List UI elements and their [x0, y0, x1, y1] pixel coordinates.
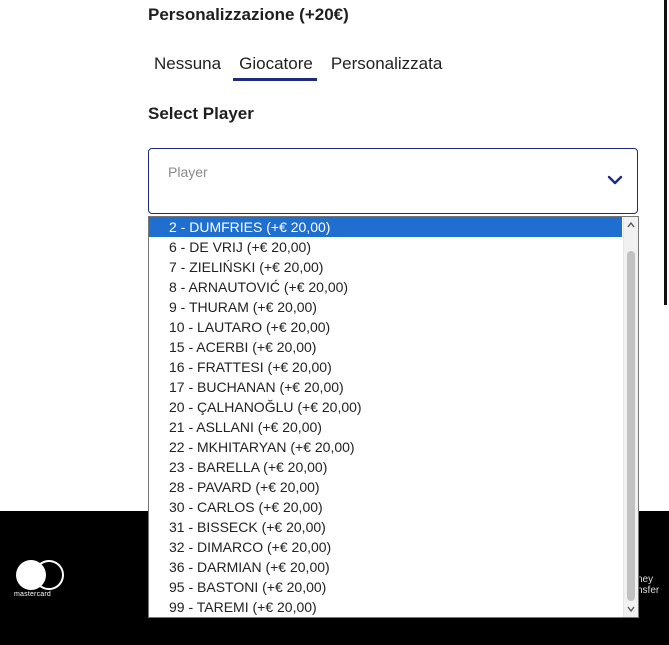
player-option[interactable]: 23 - BARELLA (+€ 20,00) [149, 457, 622, 477]
page-edge-divider [664, 0, 667, 305]
player-option[interactable]: 7 - ZIELIŃSKI (+€ 20,00) [149, 257, 622, 277]
player-option[interactable]: 36 - DARMIAN (+€ 20,00) [149, 557, 622, 577]
player-option[interactable]: 20 - ÇALHANOĞLU (+€ 20,00) [149, 397, 622, 417]
personalization-title: Personalizzazione (+20€) [148, 5, 349, 24]
player-option[interactable]: 31 - BISSECK (+€ 20,00) [149, 517, 622, 537]
scroll-down-icon[interactable] [627, 605, 635, 613]
player-option[interactable]: 32 - DIMARCO (+€ 20,00) [149, 537, 622, 557]
scroll-thumb[interactable] [627, 251, 635, 601]
player-option[interactable]: 17 - BUCHANAN (+€ 20,00) [149, 377, 622, 397]
mastercard-label: mastercard [14, 591, 52, 598]
mastercard-logo: mastercard [14, 560, 68, 600]
options-container: 2 - DUMFRIES (+€ 20,00) 6 - DE VRIJ (+€ 2… [149, 217, 638, 617]
player-option[interactable]: 15 - ACERBI (+€ 20,00) [149, 337, 622, 357]
player-option[interactable]: 9 - THURAM (+€ 20,00) [149, 297, 622, 317]
tab-giocatore[interactable]: Giocatore [233, 54, 317, 81]
select-player-title: Select Player [148, 104, 254, 123]
player-option[interactable]: 10 - LAUTARO (+€ 20,00) [149, 317, 622, 337]
player-option[interactable]: 30 - CARLOS (+€ 20,00) [149, 497, 622, 517]
player-dropdown-list[interactable]: 2 - DUMFRIES (+€ 20,00) 6 - DE VRIJ (+€ 2… [148, 216, 639, 618]
player-select-placeholder: Player [168, 164, 208, 180]
player-option[interactable]: 22 - MKHITARYAN (+€ 20,00) [149, 437, 622, 457]
personalization-tabs: Nessuna Giocatore Personalizzata [154, 54, 460, 81]
player-option[interactable]: 21 - ASLLANI (+€ 20,00) [149, 417, 622, 437]
player-option[interactable]: 99 - TAREMI (+€ 20,00) [149, 597, 622, 617]
player-option[interactable]: 6 - DE VRIJ (+€ 20,00) [149, 237, 622, 257]
tab-nessuna[interactable]: Nessuna [154, 54, 225, 81]
player-option[interactable]: 2 - DUMFRIES (+€ 20,00) [149, 217, 622, 237]
chevron-down-icon[interactable] [607, 174, 623, 186]
player-select[interactable]: Player [148, 148, 638, 214]
player-option[interactable]: 95 - BASTONI (+€ 20,00) [149, 577, 622, 597]
player-option[interactable]: 16 - FRATTESI (+€ 20,00) [149, 357, 622, 377]
dropdown-scrollbar[interactable] [623, 217, 638, 617]
scroll-up-icon[interactable] [627, 221, 635, 229]
footer-side-text: ney nsfer [637, 574, 660, 596]
player-option[interactable]: 28 - PAVARD (+€ 20,00) [149, 477, 622, 497]
player-option[interactable]: 8 - ARNAUTOVIĆ (+€ 20,00) [149, 277, 622, 297]
tab-personalizzata[interactable]: Personalizzata [331, 54, 447, 81]
